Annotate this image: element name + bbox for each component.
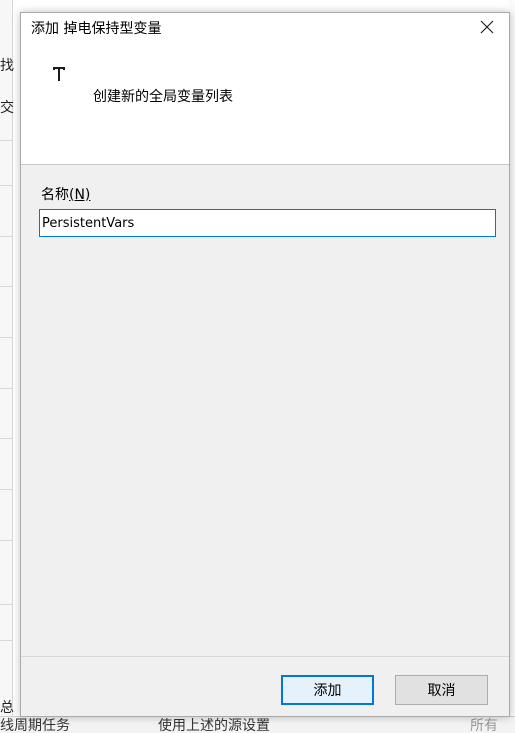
background-row-divider bbox=[0, 140, 12, 141]
name-field-label: 名称(N) bbox=[41, 187, 90, 203]
background-row-divider bbox=[0, 286, 12, 287]
close-icon bbox=[480, 19, 494, 38]
name-label-access-key: (N) bbox=[69, 187, 91, 203]
dialog-description: 创建新的全局变量列表 bbox=[93, 89, 233, 105]
add-persistent-variables-dialog: 添加 掉电保持型变量 创建新的全局变量列表 名称(N) 添加 取消 bbox=[20, 12, 510, 717]
background-row-divider bbox=[0, 604, 12, 605]
background-row-divider bbox=[0, 489, 12, 490]
dialog-title: 添加 掉电保持型变量 bbox=[31, 21, 162, 37]
background-bottom-row: 线周期任务 使用上述的源设置 所有 bbox=[0, 716, 515, 733]
background-row-divider bbox=[0, 388, 12, 389]
background-row-divider bbox=[0, 337, 12, 338]
name-label-text: 名称 bbox=[41, 187, 69, 203]
background-row-divider bbox=[0, 438, 12, 439]
name-input[interactable] bbox=[39, 209, 496, 237]
cancel-button[interactable]: 取消 bbox=[395, 675, 488, 705]
background-text-fragment: 找 bbox=[0, 58, 14, 74]
background-cell: 使用上述的源设置 bbox=[158, 718, 270, 733]
background-row-divider bbox=[0, 640, 12, 641]
background-row-divider bbox=[0, 236, 12, 237]
background-text-fragment: 交 bbox=[0, 100, 14, 116]
background-cell: 线周期任务 bbox=[0, 718, 70, 733]
variable-list-icon bbox=[51, 65, 67, 83]
background-cell: 所有 bbox=[470, 718, 498, 733]
add-button[interactable]: 添加 bbox=[281, 675, 374, 705]
close-button[interactable] bbox=[465, 13, 509, 43]
dialog-title-bar: 添加 掉电保持型变量 bbox=[21, 13, 509, 43]
background-row-divider bbox=[0, 540, 12, 541]
screen: 找 交 总 线周期任务 使用上述的源设置 所有 添加 掉电保持型变量 创建新的全… bbox=[0, 0, 515, 733]
footer-divider bbox=[21, 656, 509, 657]
background-row-divider bbox=[0, 185, 12, 186]
background-text-fragment: 总 bbox=[0, 700, 14, 716]
